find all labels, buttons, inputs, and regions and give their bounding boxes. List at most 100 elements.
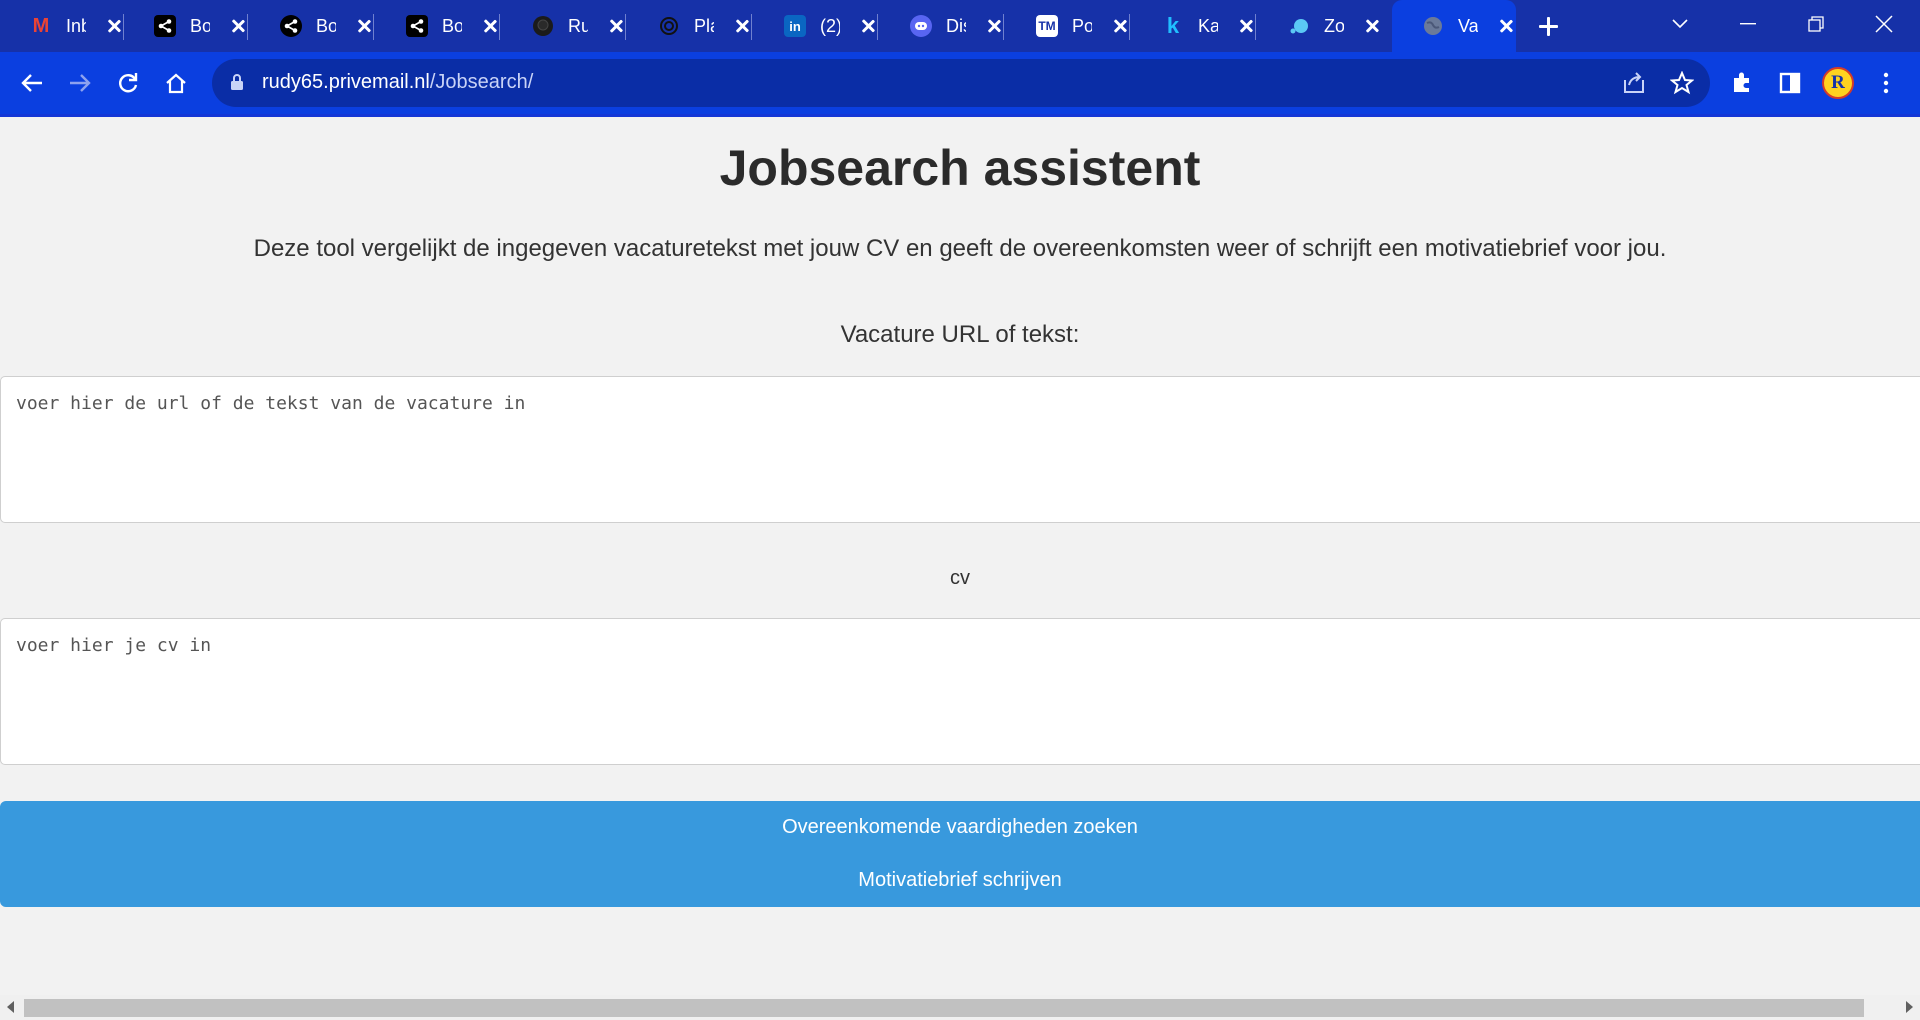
tab-title: Play — [694, 15, 714, 36]
forward-button[interactable] — [60, 63, 100, 103]
tab-title: Bot — [316, 15, 336, 36]
tab-separator — [1129, 14, 1130, 40]
avatar: R — [1822, 67, 1854, 99]
github-icon — [532, 15, 554, 37]
avatar-initials: R — [1831, 72, 1845, 93]
reload-icon — [119, 73, 138, 93]
vacature-label: Vacature URL of tekst: — [840, 321, 1080, 348]
tab-separator — [877, 14, 878, 40]
tab-title: (2) — [820, 15, 840, 36]
gmail-icon: M — [32, 14, 50, 37]
url-text[interactable]: rudy65.privemail.nl/Jobsearch/ — [262, 71, 533, 94]
new-tab-button[interactable] — [1532, 10, 1564, 42]
star-icon[interactable] — [1670, 71, 1694, 95]
kaggle-icon: k — [1166, 13, 1180, 38]
close-icon[interactable] — [480, 16, 500, 36]
profile-button[interactable]: R — [1818, 63, 1858, 103]
write-letter-button[interactable]: Motivatiebrief schrijven — [0, 856, 1920, 904]
tab-inbox[interactable]: M Inbox — [0, 0, 124, 52]
close-icon[interactable] — [1236, 16, 1256, 36]
tab-tm[interactable]: TM Po — [1006, 0, 1130, 52]
home-button[interactable] — [156, 63, 196, 103]
tab-bot-3[interactable]: Bot — [376, 0, 500, 52]
puzzle-icon — [1734, 72, 1749, 92]
restore-button[interactable] — [1798, 8, 1834, 40]
close-icon[interactable] — [606, 16, 626, 36]
close-icon[interactable] — [1496, 16, 1516, 36]
discord-icon — [910, 15, 932, 37]
close-icon[interactable] — [228, 16, 248, 36]
close-icon[interactable] — [858, 16, 878, 36]
reload-button[interactable] — [108, 63, 148, 103]
tab-title: Dis — [946, 15, 966, 36]
scrollbar-thumb[interactable] — [24, 999, 1864, 1017]
arrow-right-icon — [70, 74, 91, 92]
tab-bot-2[interactable]: Bot — [250, 0, 374, 52]
close-icon[interactable] — [354, 16, 374, 36]
url-host: rudy65.privemail.nl — [262, 71, 430, 93]
vacature-input[interactable] — [0, 376, 1920, 523]
close-icon[interactable] — [1362, 16, 1382, 36]
linkedin-icon: in — [784, 15, 806, 37]
tab-separator — [751, 14, 752, 40]
tab-kaggle[interactable]: k Kag — [1132, 0, 1256, 52]
tab-title: Rud — [568, 15, 588, 36]
share-page-icon[interactable] — [1622, 72, 1646, 94]
tab-title: Zo — [1324, 15, 1344, 36]
lock-icon[interactable] — [230, 73, 244, 91]
tab-separator — [1003, 14, 1004, 40]
url-path: /Jobsearch/ — [429, 71, 534, 93]
tm-icon: TM — [1036, 15, 1058, 37]
address-bar[interactable]: rudy65.privemail.nl/Jobsearch/ — [212, 59, 1710, 107]
intro-text: Deze tool vergelijkt de ingegeven vacatu… — [253, 235, 1667, 262]
kebab-menu-icon — [1883, 72, 1889, 94]
minimize-button[interactable] — [1730, 8, 1766, 40]
close-icon[interactable] — [732, 16, 752, 36]
zoho-icon — [1288, 15, 1310, 37]
tab-zoho[interactable]: Zo — [1258, 0, 1382, 52]
tab-strip: M Inbox Bot Bot Bot Rud — [0, 0, 1920, 52]
page-title: Jobsearch assistent — [719, 140, 1201, 196]
globe-icon — [1422, 15, 1444, 37]
tab-title: Bot — [190, 15, 210, 36]
tab-separator — [625, 14, 626, 40]
openai-icon — [658, 15, 680, 37]
tab-bot-1[interactable]: Bot — [124, 0, 248, 52]
menu-button[interactable] — [1866, 63, 1906, 103]
cv-label: cv — [950, 567, 970, 589]
tab-separator — [499, 14, 500, 40]
scroll-right-icon[interactable] — [1906, 1001, 1913, 1013]
close-icon[interactable] — [1110, 16, 1130, 36]
back-button[interactable] — [12, 63, 52, 103]
cv-input[interactable] — [0, 618, 1920, 765]
chevron-down-icon — [1672, 19, 1688, 29]
tab-discord[interactable]: Dis — [880, 0, 1004, 52]
tab-vacature-active[interactable]: Vac — [1392, 0, 1516, 52]
tab-title: Bot — [442, 15, 462, 36]
close-icon[interactable] — [104, 16, 124, 36]
tab-title: Po — [1072, 15, 1092, 36]
tab-separator — [1255, 14, 1256, 40]
tab-linkedin[interactable]: in (2) — [754, 0, 878, 52]
tab-playground[interactable]: Play — [628, 0, 752, 52]
close-window-button[interactable] — [1866, 8, 1902, 40]
match-skills-button[interactable]: Overeenkomende vaardigheden zoeken — [0, 803, 1920, 851]
tab-title: Vac — [1458, 15, 1478, 36]
arrow-left-icon — [21, 74, 42, 92]
side-panel-icon — [1779, 72, 1801, 94]
close-icon[interactable] — [984, 16, 1004, 36]
tab-separator — [373, 14, 374, 40]
scroll-left-icon[interactable] — [7, 1001, 14, 1013]
share-icon — [406, 15, 428, 37]
extensions-button[interactable] — [1722, 63, 1762, 103]
browser-toolbar: rudy65.privemail.nl/Jobsearch/ R — [0, 52, 1920, 114]
horizontal-scrollbar[interactable] — [0, 995, 1920, 1020]
side-panel-button[interactable] — [1770, 63, 1810, 103]
share-icon — [154, 15, 176, 37]
page-content: Jobsearch assistent Deze tool vergelijkt… — [0, 117, 1920, 1020]
tab-github[interactable]: Rud — [502, 0, 626, 52]
minimize-icon — [1740, 23, 1756, 25]
tab-search-button[interactable] — [1662, 8, 1698, 40]
home-icon — [166, 73, 186, 94]
tab-title: Inbox — [66, 15, 86, 36]
